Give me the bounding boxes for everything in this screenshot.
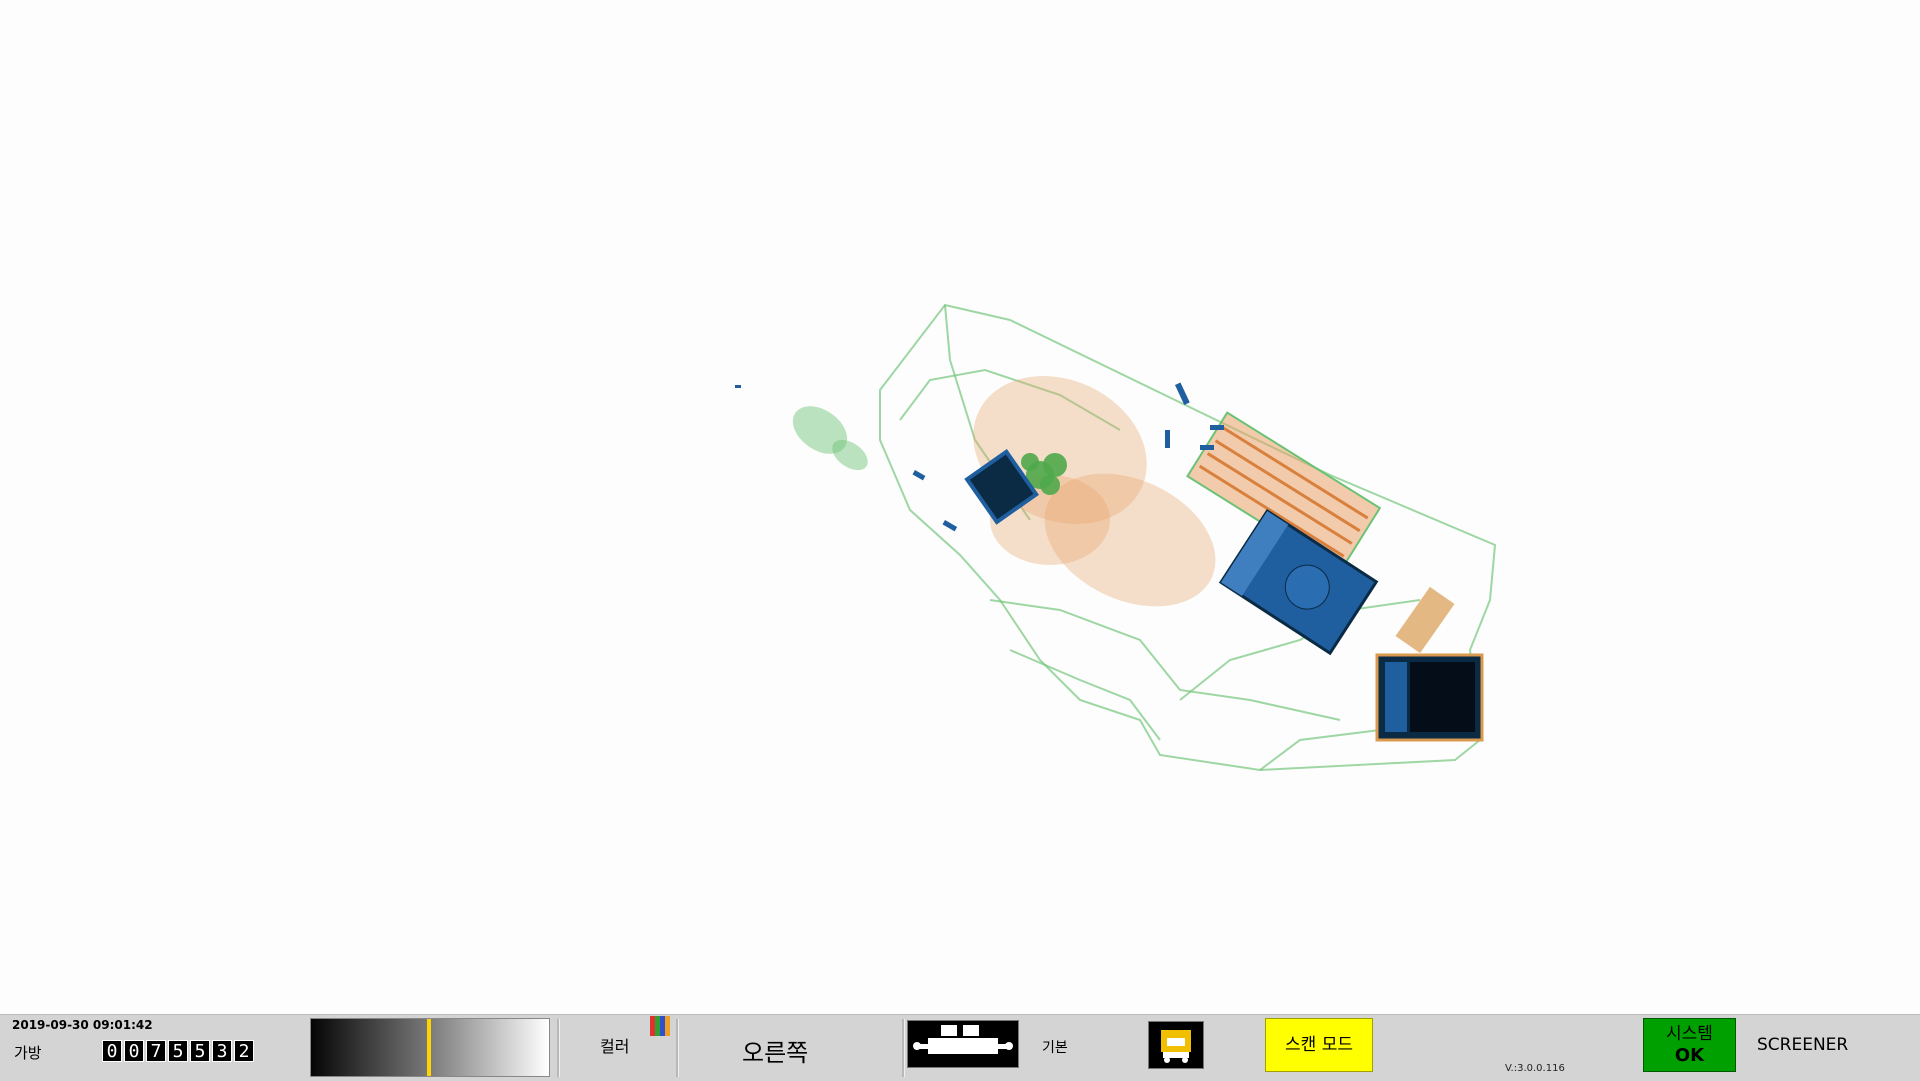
system-status-label: 시스템 [1666,1024,1713,1044]
system-status-badge: 시스템 OK [1643,1018,1736,1072]
divider [557,1019,560,1077]
divider [902,1019,905,1077]
shield-icon-glyph [1161,1030,1191,1063]
status-bar: 2019-09-30 09:01:42 가방 0 0 7 5 5 3 2 컬러 … [0,1014,1920,1081]
counter-digit: 5 [168,1040,188,1062]
bag-count-label: 가방 [14,1044,42,1062]
basic-mode-label[interactable]: 기본 [1042,1037,1068,1057]
color-palette-icon[interactable] [650,1016,670,1036]
counter-digit: 0 [102,1040,122,1062]
system-status-value: OK [1674,1045,1705,1066]
counter-digit: 2 [234,1040,254,1062]
grayscale-level-slider[interactable] [310,1018,550,1077]
battery-pack [1375,653,1484,742]
conveyor-icon-glyph [913,1025,1013,1054]
bag-counter: 0 0 7 5 5 3 2 [102,1040,254,1062]
xray-scan-image [735,303,1497,772]
operator-shield-icon[interactable] [1148,1021,1204,1069]
bag-strap [792,406,868,471]
scan-direction[interactable]: 오른쪽 [742,1033,808,1068]
counter-digit: 0 [124,1040,144,1062]
scan-datetime: 2019-09-30 09:01:42 [12,1018,153,1032]
xray-image-viewport[interactable] [0,0,1920,1014]
grayscale-slider-thumb[interactable] [427,1019,431,1076]
counter-digit: 7 [146,1040,166,1062]
counter-digit: 5 [190,1040,210,1062]
user-role: SCREENER [1757,1035,1849,1055]
conveyor-icon[interactable] [907,1020,1019,1068]
counter-digit: 3 [212,1040,232,1062]
scan-mode-button[interactable]: 스캔 모드 [1265,1018,1373,1072]
color-mode-label[interactable]: 컬러 [600,1033,629,1057]
divider [676,1019,679,1077]
software-version: V.:3.0.0.116 [1505,1063,1565,1074]
zipper-pull [1395,586,1455,654]
